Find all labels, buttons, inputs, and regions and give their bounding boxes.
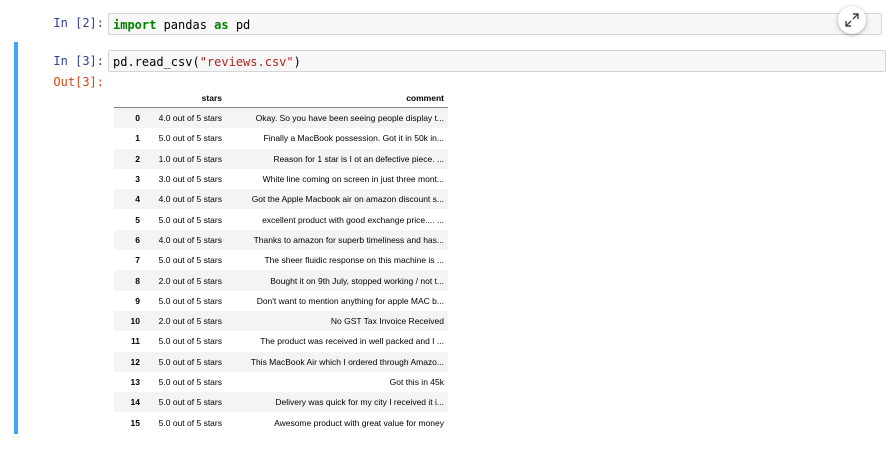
table-row: 13 5.0 out of 5 stars Got this in 45k	[114, 372, 448, 392]
row-index: 2	[135, 153, 140, 164]
comment-cell: Finally a MacBook possession. Got it in …	[263, 133, 444, 144]
row-index: 3	[135, 174, 140, 185]
stars-cell: 2.0 out of 5 stars	[158, 275, 222, 286]
table-row: 5 5.0 out of 5 stars excellent product wit…	[114, 209, 448, 229]
row-index: 10	[130, 316, 140, 327]
table-row: 8 2.0 out of 5 stars Bought it on 9th July…	[114, 270, 448, 291]
row-index: 6	[135, 234, 140, 245]
comment-cell: Okay. So you have been seeing people dis…	[255, 113, 444, 124]
stars-cell: 5.0 out of 5 stars	[158, 295, 222, 306]
table-row: 1 5.0 out of 5 stars Finally a MacBook pos…	[114, 128, 448, 148]
keyword: as	[214, 18, 229, 32]
code-text: pandas	[156, 18, 215, 32]
comment-cell: The product was received in well packed …	[260, 336, 444, 347]
row-index: 5	[135, 214, 140, 225]
row-index: 0	[135, 113, 140, 124]
table-row: 7 5.0 out of 5 stars The sheer fluidic res…	[114, 250, 448, 270]
table-row: 11 5.0 out of 5 stars The product was rece…	[114, 331, 448, 351]
comment-header: comment	[226, 88, 448, 108]
code-input[interactable]: import pandas as pd	[108, 13, 882, 35]
row-index: 1	[135, 133, 140, 144]
stars-cell: 5.0 out of 5 stars	[158, 336, 222, 347]
table-row: 10 2.0 out of 5 stars No GST Tax Invoice R…	[114, 310, 448, 332]
code-text: pd	[228, 18, 251, 32]
input-prompt: In [2]:	[53, 16, 104, 30]
stars-cell: 5.0 out of 5 stars	[158, 397, 222, 408]
row-index: 14	[130, 397, 140, 408]
row-index: 12	[130, 356, 140, 367]
code-input[interactable]: pd.read_csv("reviews.csv")	[108, 50, 886, 72]
row-index: 9	[135, 295, 140, 306]
table-row: 14 5.0 out of 5 stars Delivery was quick f…	[114, 392, 448, 413]
output-prompt: Out[3]:	[53, 75, 104, 89]
expand-arrows-icon	[845, 13, 859, 27]
comment-cell: Reason for 1 star is I ot an defective p…	[273, 153, 444, 164]
stars-cell: 5.0 out of 5 stars	[158, 417, 222, 428]
stars-cell: 2.0 out of 5 stars	[158, 316, 222, 327]
stars-cell: 5.0 out of 5 stars	[158, 214, 222, 225]
table-row: 2 1.0 out of 5 stars Reason for 1 star is …	[114, 148, 448, 169]
table-row: 0 4.0 out of 5 stars Okay. So you have bee…	[114, 107, 448, 129]
expand-output-button[interactable]	[838, 6, 866, 34]
comment-cell: The sheer fluidic response on this machi…	[264, 255, 444, 266]
table-row: 15 5.0 out of 5 stars Awesome product with…	[114, 412, 448, 432]
comment-cell: This MacBook Air which I ordered through…	[250, 356, 444, 367]
comment-cell: Got the Apple Macbook air on amazon disc…	[251, 194, 444, 205]
code-cell-2[interactable]: In [2]: import pandas as pd	[14, 10, 884, 44]
table-row: 3 3.0 out of 5 stars White line coming on …	[114, 169, 448, 189]
table-row: 6 4.0 out of 5 stars Thanks to amazon for …	[114, 229, 448, 251]
stars-cell: 5.0 out of 5 stars	[158, 255, 222, 266]
index-header	[114, 88, 144, 108]
comment-cell: No GST Tax Invoice Received	[330, 316, 444, 327]
dataframe-table: stars comment 0 4.0 out of 5 stars Okay. S…	[114, 88, 448, 433]
comment-cell: Delivery was quick for my city I receive…	[275, 397, 444, 408]
code-cell-3[interactable]: In [3]: pd.read_csv("reviews.csv") Out[3…	[14, 42, 888, 434]
row-index: 11	[131, 336, 140, 347]
code-text: pd.read_csv(	[113, 55, 200, 69]
keyword: import	[113, 18, 157, 32]
comment-cell: Don't want to mention anything for apple…	[256, 295, 444, 306]
comment-cell: Got this in 45k	[389, 377, 444, 387]
stars-cell: 3.0 out of 5 stars	[158, 174, 222, 185]
comment-cell: White line coming on screen in just thre…	[262, 174, 444, 185]
stars-cell: 4.0 out of 5 stars	[158, 113, 222, 124]
stars-cell: 1.0 out of 5 stars	[158, 153, 222, 164]
row-index: 13	[130, 377, 140, 387]
row-index: 4	[135, 194, 140, 205]
stars-cell: 5.0 out of 5 stars	[158, 377, 222, 387]
row-index: 15	[130, 417, 140, 428]
table-row: 12 5.0 out of 5 stars This MacBook Air whi…	[114, 351, 448, 372]
comment-cell: Bought it on 9th July, stopped working /…	[270, 275, 444, 286]
stars-cell: 5.0 out of 5 stars	[158, 133, 222, 144]
stars-cell: 4.0 out of 5 stars	[158, 234, 222, 245]
stars-cell: 4.0 out of 5 stars	[158, 194, 222, 205]
stars-header: stars	[144, 88, 226, 108]
string-literal: "reviews.csv"	[199, 55, 294, 69]
table-row: 4 4.0 out of 5 stars Got the Apple Macbook…	[114, 189, 448, 210]
table-body: 0 4.0 out of 5 stars Okay. So you have bee…	[114, 107, 448, 433]
input-prompt: In [3]:	[53, 54, 104, 68]
code-text: )	[293, 55, 301, 69]
row-index: 7	[135, 255, 140, 266]
comment-cell: Thanks to amazon for superb timeliness a…	[253, 234, 444, 245]
comment-cell: excellent product with good exchange pri…	[262, 214, 444, 225]
comment-cell: Awesome product with great value for mon…	[274, 417, 444, 428]
row-index: 8	[135, 275, 140, 286]
table-header-row: stars comment	[114, 88, 448, 108]
stars-cell: 5.0 out of 5 stars	[158, 356, 222, 367]
table-row: 9 5.0 out of 5 stars Don't want to mention…	[114, 291, 448, 311]
